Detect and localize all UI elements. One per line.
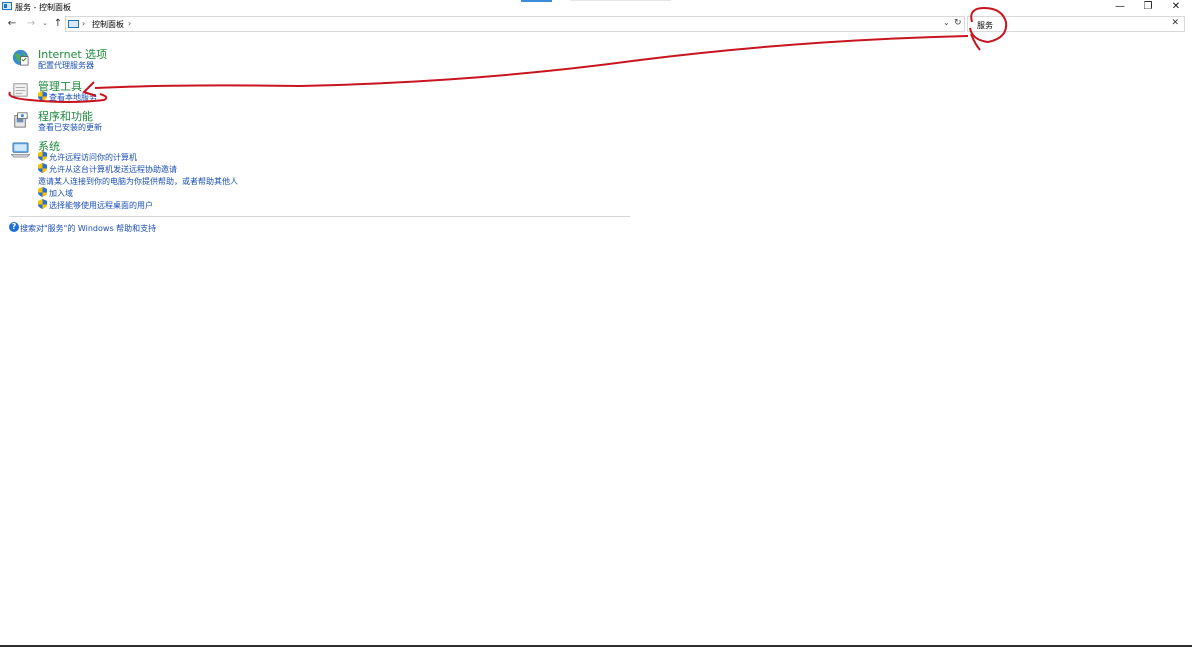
title-accent-line	[521, 0, 552, 2]
uac-shield-icon	[38, 187, 47, 197]
uac-shield-icon	[38, 151, 47, 161]
annotation-tail-stroke	[970, 33, 981, 51]
uac-shield-icon	[38, 163, 47, 173]
link-configure-proxy[interactable]: 配置代理服务器	[38, 60, 94, 71]
forward-button[interactable]: →	[25, 17, 37, 30]
up-button[interactable]: ↑	[52, 17, 64, 30]
link-view-installed-updates[interactable]: 查看已安装的更新	[38, 122, 102, 133]
uac-shield-icon	[38, 199, 47, 209]
maximize-button[interactable]: ❐	[1134, 0, 1162, 14]
link-send-remote-assistance-invite[interactable]: 允许从这台计算机发送远程协助邀请	[49, 164, 177, 175]
navigation-bar: ← → ⌄ ↑ › 控制面板 › ⌄ ↻ 服务 ✕	[0, 15, 1192, 33]
close-button[interactable]: ✕	[1162, 0, 1190, 14]
window-title: 服务 - 控制面板	[15, 3, 71, 12]
uac-shield-icon	[38, 91, 47, 101]
recent-locations-button[interactable]: ⌄	[39, 17, 51, 30]
clear-search-button[interactable]: ✕	[1171, 18, 1179, 28]
red-annotation-overlay	[8, 6, 1008, 103]
globe-icon	[12, 49, 29, 66]
breadcrumb-control-panel[interactable]: 控制面板	[92, 19, 124, 30]
link-view-local-services[interactable]: 查看本地服务	[49, 92, 97, 103]
address-dropdown-button[interactable]: ⌄	[943, 18, 950, 27]
results-divider	[9, 216, 630, 217]
address-bar[interactable]: › 控制面板 › ⌄ ↻	[65, 16, 965, 32]
arrow-line-annotation	[94, 35, 969, 89]
title-bar: 服务 - 控制面板 — ❐ ✕	[0, 0, 1192, 14]
control-panel-icon	[2, 2, 12, 10]
programs-icon	[14, 112, 28, 128]
title-divider-line	[570, 0, 671, 1]
search-input[interactable]: 服务	[977, 20, 993, 31]
breadcrumb-separator[interactable]: ›	[128, 19, 131, 28]
help-icon: ?	[9, 222, 19, 232]
minimize-button[interactable]: —	[1106, 0, 1134, 14]
link-search-windows-help[interactable]: 搜索对"服务"的 Windows 帮助和支持	[20, 223, 156, 234]
back-button[interactable]: ←	[6, 17, 18, 30]
admin-tools-icon	[13, 83, 28, 97]
control-panel-icon	[68, 20, 79, 28]
link-allow-remote-access[interactable]: 允许远程访问你的计算机	[49, 152, 137, 163]
link-invite-someone-to-connect[interactable]: 邀请某人连接到你的电脑为你提供帮助，或者帮助其他人	[38, 176, 238, 187]
search-box[interactable]: 服务 ✕	[967, 16, 1185, 32]
refresh-button[interactable]: ↻	[954, 18, 962, 28]
link-join-domain[interactable]: 加入域	[49, 188, 73, 199]
link-select-remote-desktop-users[interactable]: 选择能够使用远程桌面的用户	[49, 200, 153, 211]
breadcrumb-separator[interactable]: ›	[82, 19, 85, 28]
computer-icon	[11, 142, 30, 158]
